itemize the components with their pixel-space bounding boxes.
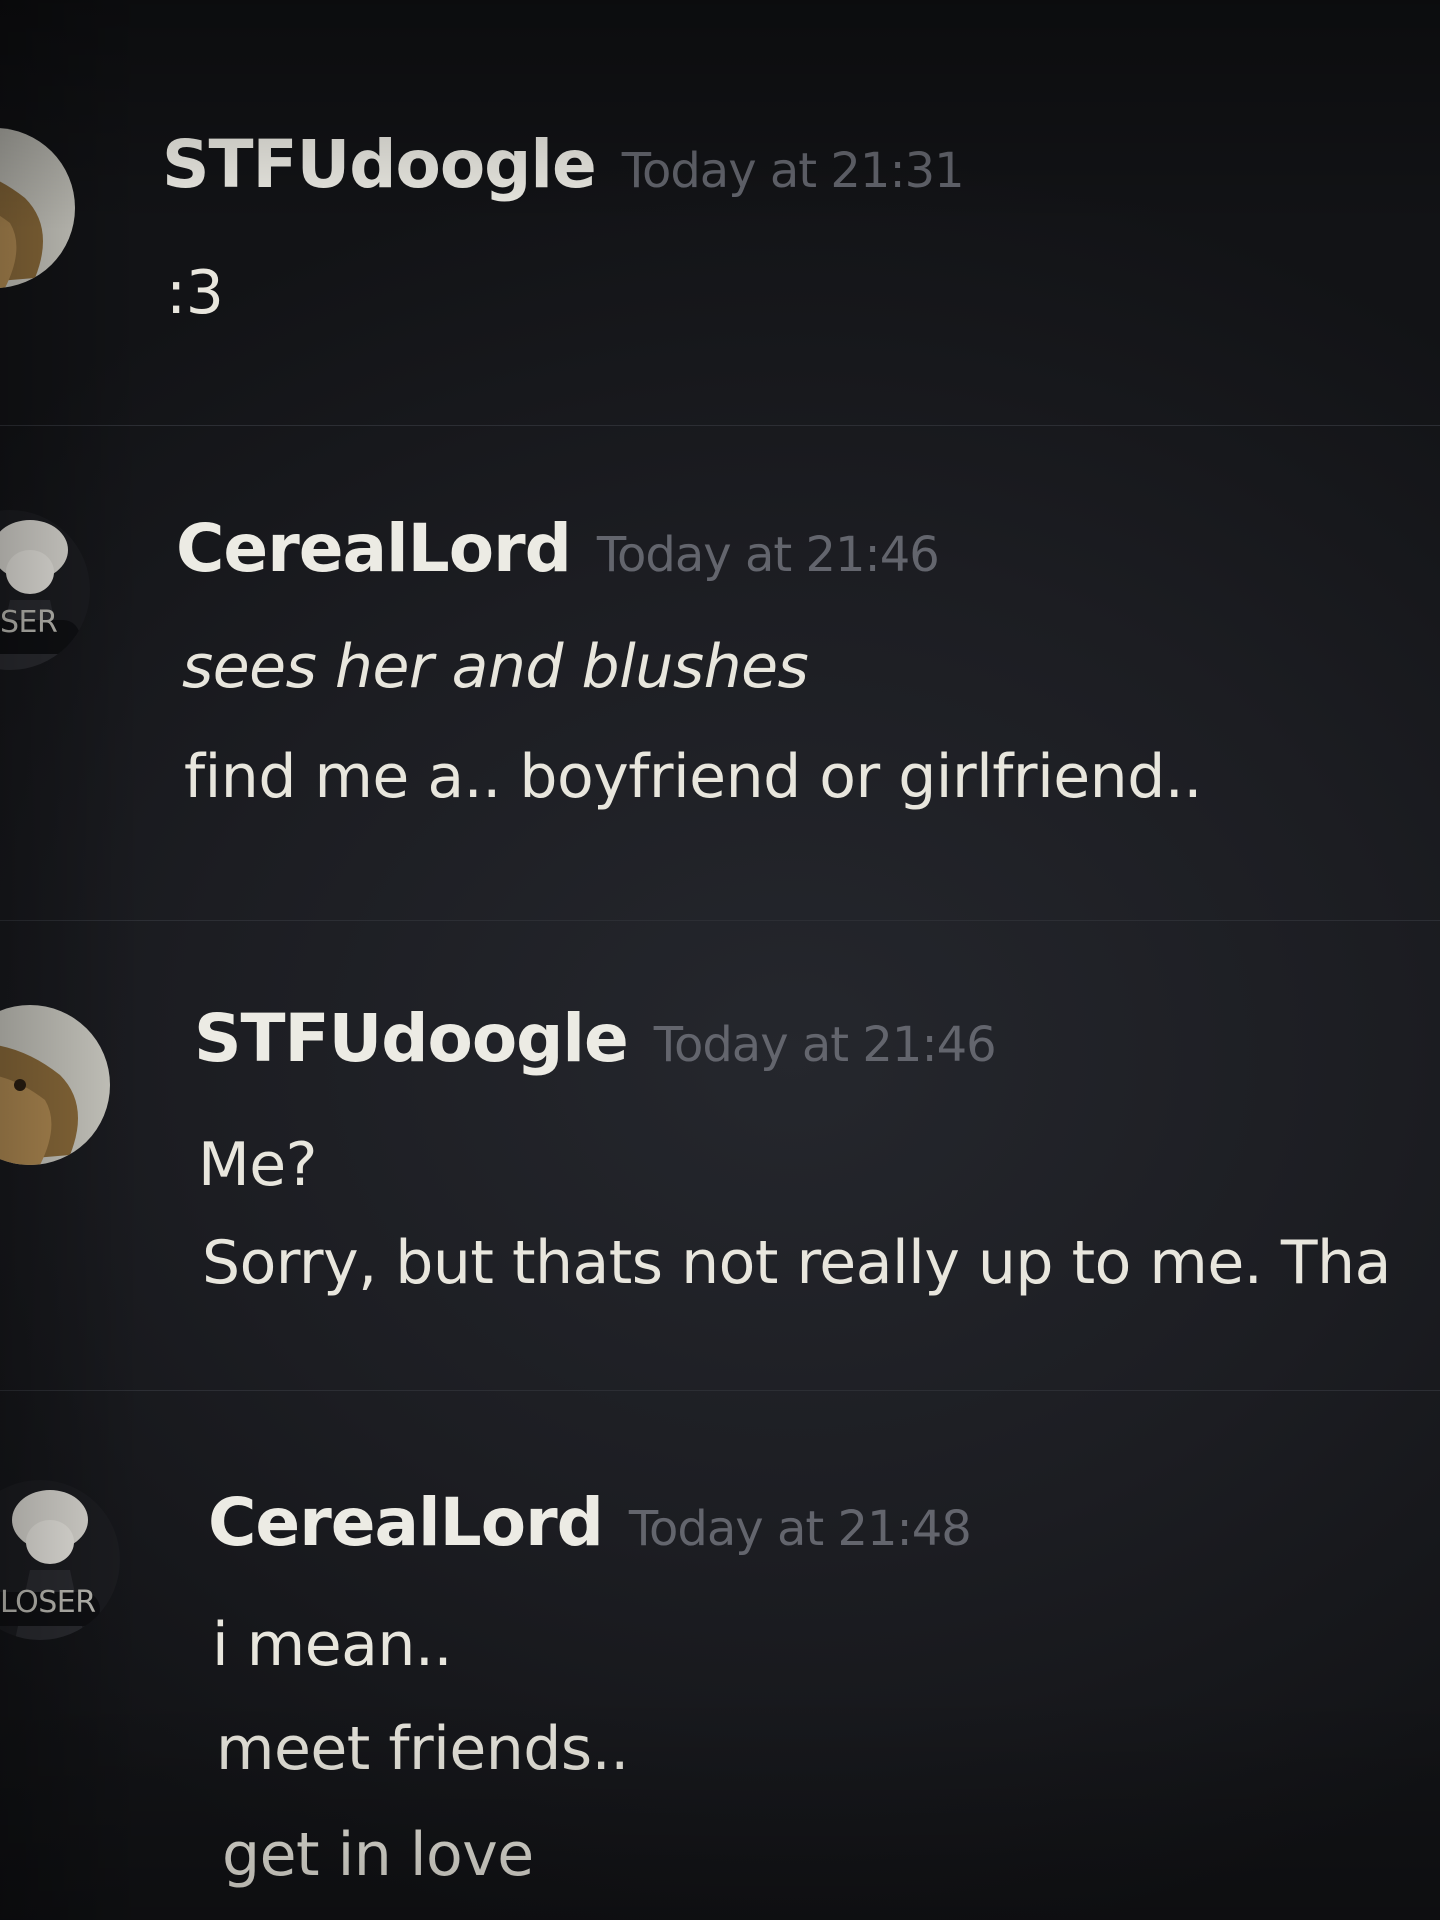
message-header: STFUdoogle Today at 21:46 xyxy=(194,1000,997,1077)
dog-photo-icon xyxy=(0,128,75,288)
message-text: Sorry, but thats not really up to me. Th… xyxy=(202,1228,1391,1298)
message-text: find me a.. boyfriend or girlfriend.. xyxy=(184,742,1202,812)
username[interactable]: CerealLord xyxy=(176,510,572,587)
username[interactable]: CerealLord xyxy=(208,1484,604,1561)
stfudoogle-avatar[interactable] xyxy=(0,128,75,288)
username[interactable]: STFUdoogle xyxy=(194,1000,629,1077)
stfudoogle-avatar[interactable] xyxy=(0,1005,110,1165)
timestamp: Today at 21:46 xyxy=(596,527,940,583)
chat-screen: STFUdoogle Today at 21:31 :3 SER CerealLo… xyxy=(0,0,1440,1920)
dog-photo-icon xyxy=(0,1005,110,1165)
message-text: Me? xyxy=(198,1130,318,1200)
message-text: meet friends.. xyxy=(216,1714,629,1784)
avatar-badge-text: SER xyxy=(0,605,58,640)
cereallord-avatar[interactable] xyxy=(0,510,90,670)
message-divider xyxy=(0,920,1440,921)
timestamp: Today at 21:31 xyxy=(621,143,965,199)
message-divider xyxy=(0,1390,1440,1391)
username[interactable]: STFUdoogle xyxy=(162,126,597,203)
message-divider xyxy=(0,425,1440,426)
message-text: i mean.. xyxy=(212,1610,453,1680)
message-header: CerealLord Today at 21:46 xyxy=(176,510,940,587)
message-text: get in love xyxy=(222,1820,534,1890)
message-header: CerealLord Today at 21:48 xyxy=(208,1484,972,1561)
timestamp: Today at 21:46 xyxy=(653,1017,997,1073)
message-text: sees her and blushes xyxy=(182,632,809,702)
message-header: STFUdoogle Today at 21:31 xyxy=(162,126,965,203)
anime-character-icon xyxy=(0,510,90,670)
message-text: :3 xyxy=(166,258,224,328)
timestamp: Today at 21:48 xyxy=(628,1501,972,1557)
avatar-badge-text: LOSER xyxy=(0,1585,96,1620)
